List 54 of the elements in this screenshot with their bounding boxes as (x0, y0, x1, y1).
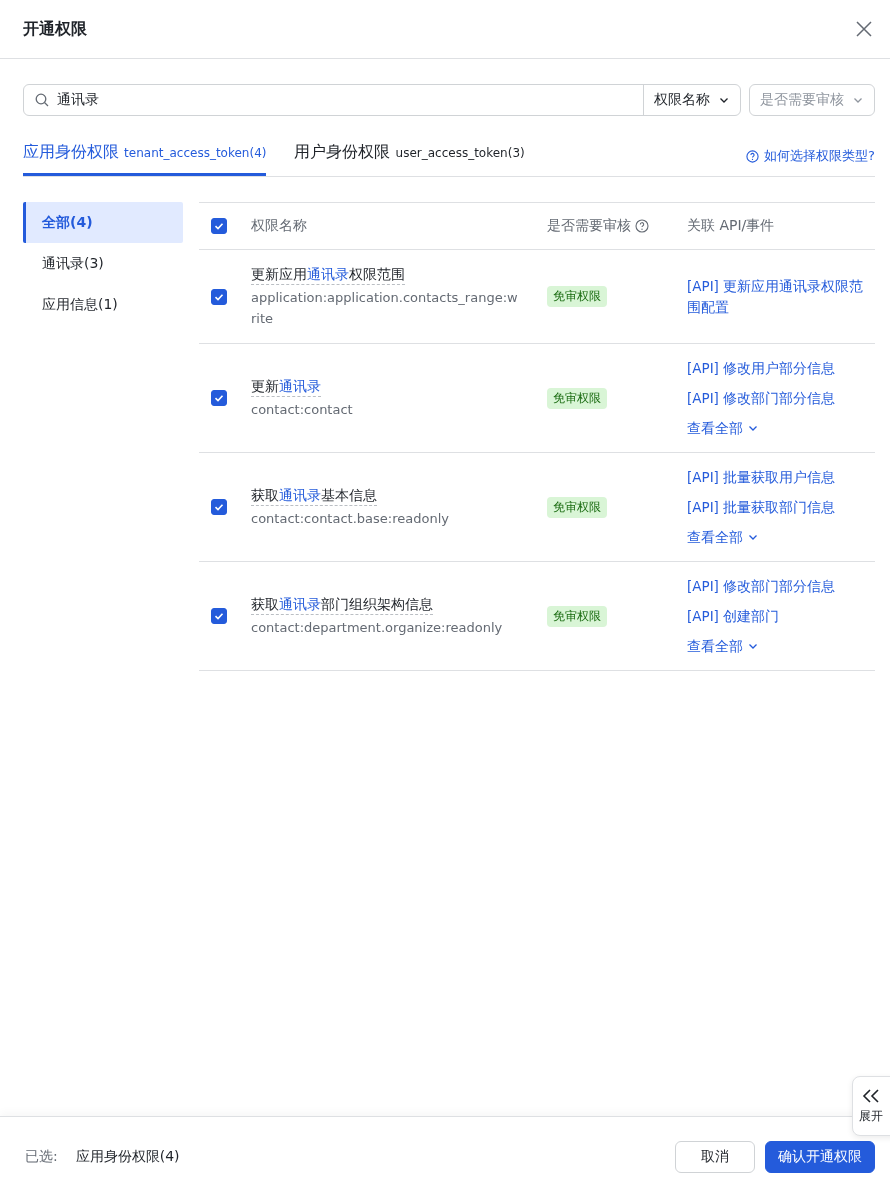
tab[interactable]: 应用身份权限 tenant_access_token(4) (23, 142, 267, 176)
api-link[interactable]: [API] 批量获取部门信息 (687, 496, 875, 518)
close-icon[interactable] (854, 19, 874, 39)
help-link[interactable]: 如何选择权限类型? (746, 147, 875, 165)
tab[interactable]: 用户身份权限 user_access_token(3) (294, 142, 525, 176)
column-header: 关联 API/事件 (687, 217, 776, 235)
permission-name: 更新通讯录 (251, 376, 321, 397)
api-link[interactable]: [API] 修改部门部分信息 (687, 387, 875, 409)
column-header: 权限名称 (251, 217, 308, 235)
permission-scope: application:application.contacts_range:write (251, 289, 519, 328)
search-field[interactable]: 通讯录 权限名称 (23, 84, 741, 116)
selected-label: 已选: (25, 1148, 58, 1166)
checkbox[interactable] (211, 390, 227, 406)
permission-name: 更新应用通讯录权限范围 (251, 264, 405, 285)
filter-dropdown[interactable]: 权限名称 (643, 85, 740, 115)
checkbox[interactable] (211, 218, 227, 234)
review-tag: 免审权限 (547, 286, 607, 307)
help-icon (635, 219, 649, 233)
expand-tab[interactable]: 展开 (852, 1076, 890, 1136)
dialog-title: 开通权限 (23, 18, 87, 40)
check-icon (214, 221, 224, 231)
permission-scope: contact:contact (251, 401, 354, 419)
permission-name: 获取通讯录基本信息 (251, 485, 377, 506)
checkbox[interactable] (211, 608, 227, 624)
cancel-button[interactable]: 取消 (675, 1141, 755, 1173)
confirm-button[interactable]: 确认开通权限 (765, 1141, 875, 1173)
permission-scope: contact:contact.base:readonly (251, 510, 450, 528)
api-link[interactable]: [API] 批量获取用户信息 (687, 466, 875, 488)
check-icon (214, 502, 224, 512)
api-link[interactable]: [API] 创建部门 (687, 605, 875, 627)
help-icon (746, 149, 760, 163)
sidebar-item[interactable]: 全部(4) (23, 202, 183, 243)
review-tag: 免审权限 (547, 605, 607, 627)
search-icon (35, 93, 49, 107)
view-all-link[interactable]: 查看全部 (687, 417, 759, 439)
checkbox[interactable] (211, 288, 227, 305)
review-tag: 免审权限 (547, 496, 607, 518)
column-header: 是否需要审核 (547, 217, 631, 235)
filter-dropdown[interactable]: 是否需要审核 (749, 84, 875, 116)
checkbox[interactable] (211, 499, 227, 515)
sidebar-item[interactable]: 通讯录(3) (23, 243, 183, 284)
view-all-link[interactable]: 查看全部 (687, 635, 759, 657)
view-all-link[interactable]: 查看全部 (687, 526, 759, 548)
review-tag: 免审权限 (547, 387, 607, 409)
check-icon (214, 393, 224, 403)
check-icon (214, 611, 224, 621)
permission-name: 获取通讯录部门组织架构信息 (251, 594, 433, 615)
api-link[interactable]: [API] 更新应用通讯录权限范围配置 (687, 275, 875, 318)
sidebar-item[interactable]: 应用信息(1) (23, 284, 183, 325)
api-link[interactable]: [API] 修改部门部分信息 (687, 575, 875, 597)
api-link[interactable]: [API] 修改用户部分信息 (687, 357, 875, 379)
permission-scope: contact:department.organize:readonly (251, 619, 504, 637)
selected-value: 应用身份权限(4) (75, 1148, 180, 1166)
double-chevron-left-icon (861, 1087, 881, 1104)
